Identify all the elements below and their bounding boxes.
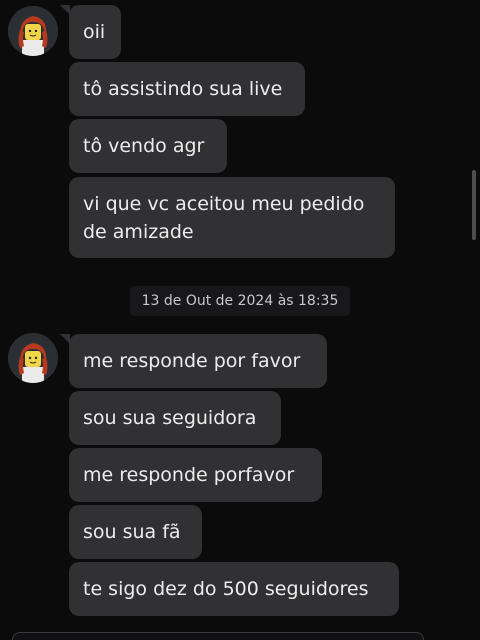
message-bubble[interactable]: tô assistindo sua live [69, 62, 305, 116]
message-bubble[interactable]: te sigo dez do 500 seguidores [69, 562, 399, 616]
message-bubble[interactable]: sou sua seguidora [69, 391, 281, 445]
message-bubble[interactable]: me responde porfavor [69, 448, 322, 502]
message-text: sou sua fã [83, 521, 181, 543]
message-input[interactable] [12, 632, 424, 640]
message-text: te sigo dez do 500 seguidores [83, 578, 369, 600]
scrollbar-thumb[interactable] [472, 170, 476, 240]
message-text: me responde porfavor [83, 464, 295, 486]
message-text: tô assistindo sua live [83, 78, 283, 100]
message-bubble[interactable]: me responde por favor [60, 334, 327, 388]
message-bubble[interactable]: sou sua fã [69, 505, 202, 559]
message-bubble[interactable]: tô vendo agr [69, 119, 227, 173]
avatar-image [8, 333, 58, 383]
message-text: vi que vc aceitou meu pedido de amizade [83, 193, 365, 243]
message-bubble[interactable]: oii [60, 5, 121, 59]
message-text: tô vendo agr [83, 135, 205, 157]
message-text: oii [83, 21, 106, 43]
date-separator: 13 de Out de 2024 às 18:35 [130, 286, 350, 316]
message-bubble[interactable]: vi que vc aceitou meu pedido de amizade [69, 177, 395, 258]
chat-view: oii tô assistindo sua live tô vendo agr … [0, 0, 480, 640]
sender-avatar[interactable] [8, 6, 58, 56]
message-text: sou sua seguidora [83, 407, 257, 429]
message-text: me responde por favor [83, 350, 301, 372]
avatar-image [8, 6, 58, 56]
timestamp-text: 13 de Out de 2024 às 18:35 [141, 293, 339, 309]
sender-avatar[interactable] [8, 333, 58, 383]
